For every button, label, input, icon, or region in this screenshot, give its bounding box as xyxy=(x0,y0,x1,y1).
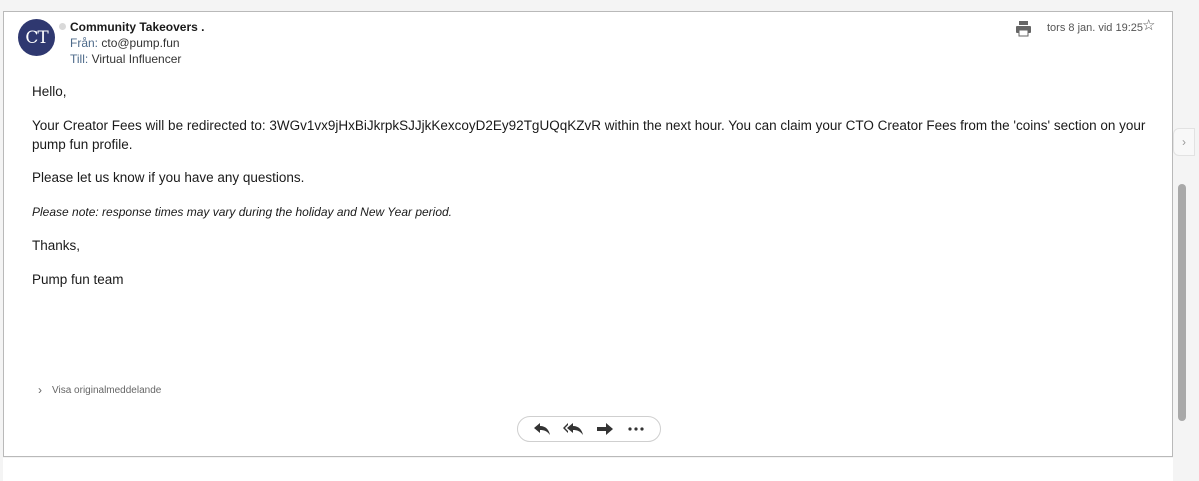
from-label: Från: xyxy=(70,36,99,50)
message-actions xyxy=(517,416,661,442)
avatar-initials: CT xyxy=(25,27,48,48)
next-message-area xyxy=(3,458,1173,481)
sender-name[interactable]: Community Takeovers . xyxy=(70,20,204,34)
body-paragraph-2: Please let us know if you have any quest… xyxy=(32,170,305,185)
closing: Thanks, xyxy=(32,238,81,253)
avatar[interactable]: CT xyxy=(18,19,55,56)
print-icon[interactable] xyxy=(1015,20,1032,37)
from-address[interactable]: cto@pump.fun xyxy=(101,36,179,50)
to-label: Till: xyxy=(70,52,89,66)
to-line: Till: Virtual Influencer xyxy=(70,52,181,66)
chevron-right-icon: › xyxy=(38,383,42,397)
greeting: Hello, xyxy=(32,84,67,99)
show-original-toggle[interactable]: › Visa originalmeddelande xyxy=(38,383,161,397)
email-card: CT Community Takeovers . Från: cto@pump.… xyxy=(3,11,1173,457)
reply-icon[interactable] xyxy=(531,421,553,437)
more-icon[interactable] xyxy=(625,421,647,437)
scrollbar-thumb[interactable] xyxy=(1178,184,1186,421)
body-paragraph: Your Creator Fees will be redirected to:… xyxy=(32,118,1146,152)
star-icon[interactable]: ☆ xyxy=(1142,18,1155,33)
reply-all-icon[interactable] xyxy=(562,421,584,437)
from-line: Från: cto@pump.fun xyxy=(70,36,180,50)
signature: Pump fun team xyxy=(32,272,124,287)
forward-icon[interactable] xyxy=(594,421,616,437)
to-recipient[interactable]: Virtual Influencer xyxy=(92,52,182,66)
next-message-arrow-icon[interactable]: › xyxy=(1173,128,1195,156)
status-dot xyxy=(59,23,66,30)
holiday-note: Please note: response times may vary dur… xyxy=(32,205,453,219)
show-original-label: Visa originalmeddelande xyxy=(52,384,162,396)
email-date: tors 8 jan. vid 19:25 xyxy=(1047,22,1144,34)
